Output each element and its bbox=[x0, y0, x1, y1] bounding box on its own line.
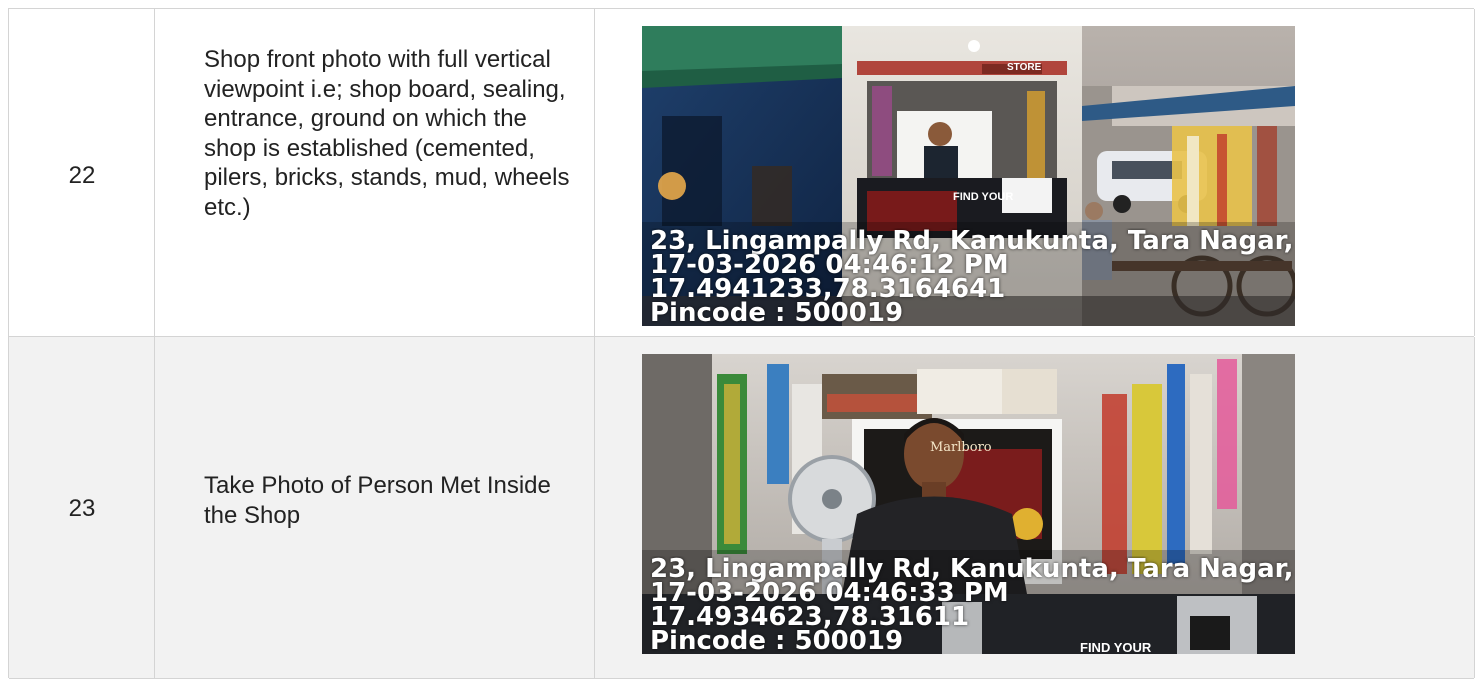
store-sign-text: STORE bbox=[1007, 62, 1042, 73]
number-cell: 22 bbox=[9, 9, 155, 336]
row-number: 23 bbox=[68, 495, 96, 522]
stamp-address: 23, Lingampally Rd, Kanukunta, Tara Naga… bbox=[650, 556, 1295, 584]
stamp-address: 23, Lingampally Rd, Kanukunta, Tara Naga… bbox=[650, 228, 1295, 256]
shop-front-photo[interactable]: 23, Lingampally Rd, Kanukunta, Tara Naga… bbox=[642, 26, 1295, 326]
row-description: Shop front photo with full vertical view… bbox=[204, 46, 570, 221]
row-description: Take Photo of Person Met Inside the Shop bbox=[204, 472, 551, 529]
stamp-coordinates: 17.4941233,78.3164641 bbox=[650, 274, 1006, 304]
board-text: FIND YOUR bbox=[953, 191, 1014, 203]
board-text: FIND YOUR bbox=[1080, 640, 1152, 655]
photo-cell: 23, Lingampally Rd, Kanukunta, Tara Naga… bbox=[595, 337, 1475, 678]
checklist-table: 22 Shop front photo with full vertical v… bbox=[8, 8, 1475, 679]
stamp-pincode: Pincode : 500019 bbox=[650, 626, 904, 652]
number-cell: 23 bbox=[9, 337, 155, 678]
person-met-photo[interactable]: 23, Lingampally Rd, Kanukunta, Tara Naga… bbox=[642, 354, 1295, 654]
row-number: 22 bbox=[68, 162, 96, 189]
description-cell: Take Photo of Person Met Inside the Shop bbox=[155, 337, 595, 678]
geo-stamp: 23, Lingampally Rd, Kanukunta, Tara Naga… bbox=[650, 228, 1295, 324]
brand-text: Marlboro bbox=[930, 440, 992, 455]
description-cell: Shop front photo with full vertical view… bbox=[155, 9, 595, 336]
table-row: 22 Shop front photo with full vertical v… bbox=[9, 9, 1475, 337]
table-row: 23 Take Photo of Person Met Inside the S… bbox=[9, 337, 1475, 679]
photo-cell: 23, Lingampally Rd, Kanukunta, Tara Naga… bbox=[595, 9, 1475, 336]
geo-stamp: 23, Lingampally Rd, Kanukunta, Tara Naga… bbox=[650, 556, 1295, 652]
